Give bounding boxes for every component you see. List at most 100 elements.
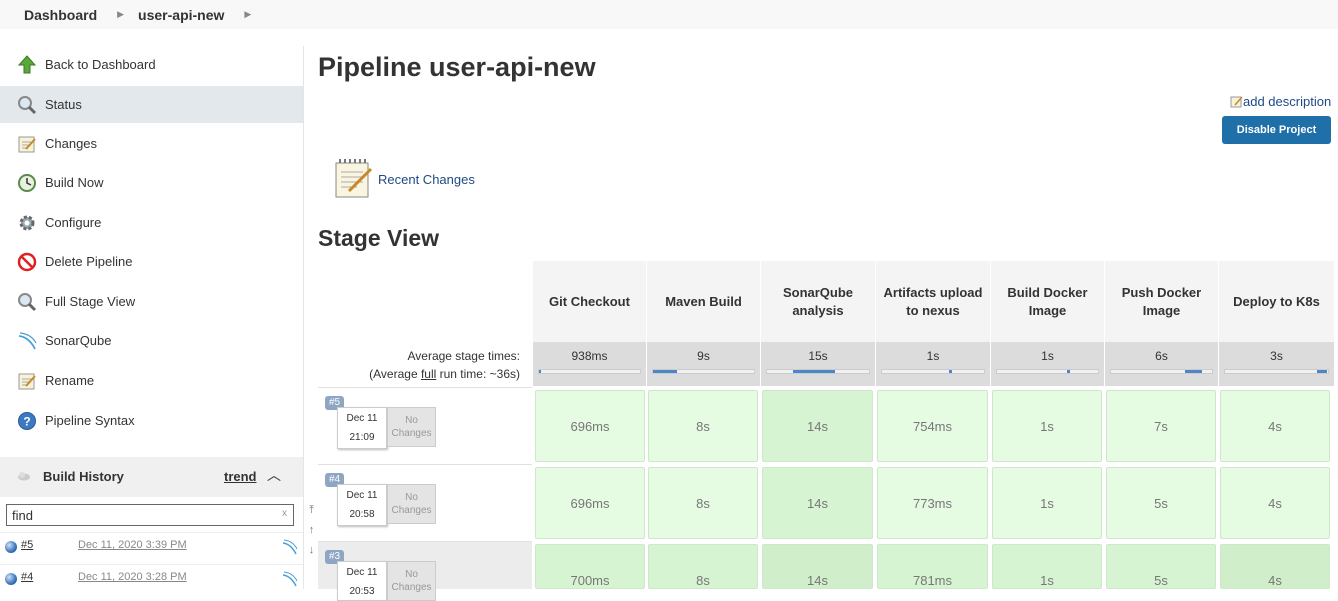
sidebar-item-changes[interactable]: Changes <box>0 125 303 162</box>
stage-cell[interactable]: 696ms <box>535 467 645 539</box>
stage-cell[interactable]: 8s <box>648 390 758 462</box>
sonarqube-icon[interactable] <box>282 571 298 587</box>
stage-cell[interactable]: 4s <box>1220 544 1330 589</box>
stage-header: Maven Build <box>646 261 760 342</box>
sidebar-item-label: Back to Dashboard <box>45 57 156 72</box>
sidebar-item-sonarqube[interactable]: SonarQube <box>0 322 303 359</box>
average-progress-bar <box>1224 369 1329 374</box>
scroll-top-icon[interactable]: ⤒ <box>305 500 318 520</box>
stage-cell[interactable]: 14s <box>762 467 873 539</box>
stage-cell[interactable]: 7s <box>1106 390 1216 462</box>
stage-view-scroll-controls: ⤒ ↑ ↓ <box>305 500 318 560</box>
cloud-icon <box>18 472 30 481</box>
breadcrumb-separator-icon[interactable]: ▶ <box>117 9 124 20</box>
average-time: 3s <box>1270 349 1283 363</box>
disable-project-button[interactable]: Disable Project <box>1222 116 1331 144</box>
add-description-link[interactable]: add description <box>1230 94 1331 109</box>
notepad-icon <box>18 136 36 153</box>
sidebar-item-rename[interactable]: Rename <box>0 362 303 399</box>
stage-cell[interactable]: 1s <box>992 544 1102 589</box>
run-row-header[interactable]: #4 Dec 11 20:58 No Changes <box>318 464 532 540</box>
average-label-prefix: (Average <box>369 367 421 381</box>
build-number-link[interactable]: #4 <box>21 571 33 583</box>
average-time: 6s <box>1155 349 1168 363</box>
sidebar-item-pipeline-syntax[interactable]: ? Pipeline Syntax <box>0 402 303 439</box>
run-date-time: 21:09 <box>349 432 375 443</box>
sidebar-item-back-to-dashboard[interactable]: Back to Dashboard <box>0 46 303 83</box>
scroll-up-icon[interactable]: ↑ <box>305 520 318 540</box>
stage-cell[interactable]: 700ms <box>535 544 645 589</box>
progress-fill <box>539 370 541 373</box>
average-time: 1s <box>926 349 940 363</box>
stage-cell[interactable]: 4s <box>1220 390 1330 462</box>
stage-header: Deploy to K8s <box>1218 261 1334 342</box>
average-progress-bar <box>652 369 755 374</box>
run-row-header[interactable]: #3 Dec 11 20:53 No Changes <box>318 541 532 601</box>
stage-cell[interactable]: 754ms <box>877 390 988 462</box>
up-arrow-icon <box>17 55 37 74</box>
average-time: 15s <box>808 349 828 363</box>
sidebar-item-status[interactable]: Status <box>0 86 303 123</box>
stage-cell[interactable]: 781ms <box>877 544 988 589</box>
scroll-down-icon[interactable]: ↓ <box>305 540 318 560</box>
full-run-time-link[interactable]: full <box>421 367 436 381</box>
chevron-up-icon[interactable]: ︿ <box>267 465 281 485</box>
sidebar-item-full-stage-view[interactable]: Full Stage View <box>0 283 303 320</box>
run-row-header[interactable]: #5 Dec 11 21:09 No Changes <box>318 387 532 463</box>
stage-header: Artifacts upload to nexus <box>875 261 990 342</box>
sidebar-item-label: Full Stage View <box>45 294 136 309</box>
stage-cell[interactable]: 8s <box>648 544 758 589</box>
run-date-day: Dec 11 <box>346 413 378 424</box>
sonarqube-icon[interactable] <box>282 539 298 555</box>
stage-cell[interactable]: 1s <box>992 390 1102 462</box>
run-date: Dec 11 20:58 <box>337 484 387 526</box>
build-date-link[interactable]: Dec 11, 2020 3:39 PM <box>78 539 187 551</box>
breadcrumb-job[interactable]: user-api-new <box>124 7 224 23</box>
progress-fill <box>1317 370 1327 373</box>
stage-cell[interactable]: 5s <box>1106 544 1216 589</box>
clear-search-icon[interactable]: x <box>282 508 287 519</box>
status-ball-icon <box>5 573 17 585</box>
sidebar-item-configure[interactable]: Configure <box>0 204 303 241</box>
progress-fill <box>1067 370 1070 373</box>
breadcrumb-dashboard[interactable]: Dashboard <box>0 7 97 23</box>
average-time: 1s <box>1041 349 1054 363</box>
sidebar-item-label: SonarQube <box>45 333 112 348</box>
sidebar-item-label: Changes <box>45 136 98 151</box>
average-time-cell: 6s <box>1104 342 1218 386</box>
trend-link[interactable]: trend <box>224 469 257 484</box>
sidebar-item-delete-pipeline[interactable]: Delete Pipeline <box>0 243 303 280</box>
stage-cell[interactable]: 1s <box>992 467 1102 539</box>
average-time: 938ms <box>571 349 608 363</box>
stage-cell[interactable]: 5s <box>1106 467 1216 539</box>
add-description-label: add description <box>1243 94 1332 109</box>
stage-header: Push Docker Image <box>1104 261 1218 342</box>
stage-cell[interactable]: 4s <box>1220 467 1330 539</box>
sidebar-item-build-now[interactable]: Build Now <box>0 164 303 201</box>
sidebar-item-label: Build Now <box>45 175 104 190</box>
run-date-time: 20:53 <box>349 586 375 597</box>
stage-cell[interactable]: 8s <box>648 467 758 539</box>
build-history-row[interactable]: #4 Dec 11, 2020 3:28 PM <box>0 564 303 594</box>
sidebar-item-label: Delete Pipeline <box>45 254 133 269</box>
sidebar-item-label: Rename <box>45 373 95 388</box>
stage-cell[interactable]: 14s <box>762 390 873 462</box>
magnifier-icon <box>18 96 37 115</box>
build-history-row[interactable]: #5 Dec 11, 2020 3:39 PM <box>0 532 303 562</box>
run-date: Dec 11 20:53 <box>337 561 387 601</box>
stage-cell[interactable]: 696ms <box>535 390 645 462</box>
clock-icon <box>18 174 36 192</box>
recent-changes-label: Recent Changes <box>378 172 475 187</box>
average-label-line1: Average stage times: <box>407 349 520 363</box>
build-number-link[interactable]: #5 <box>21 539 33 551</box>
build-search-input[interactable] <box>6 504 294 526</box>
progress-fill <box>1185 370 1202 373</box>
run-date-day: Dec 11 <box>346 567 378 578</box>
stage-cell[interactable]: 773ms <box>877 467 988 539</box>
breadcrumb-separator-icon[interactable]: ▶ <box>244 9 251 20</box>
build-date-link[interactable]: Dec 11, 2020 3:28 PM <box>78 571 187 583</box>
svg-text:?: ? <box>23 415 30 429</box>
average-progress-bar <box>538 369 641 374</box>
magnifier-icon <box>18 293 37 312</box>
stage-cell[interactable]: 14s <box>762 544 873 589</box>
